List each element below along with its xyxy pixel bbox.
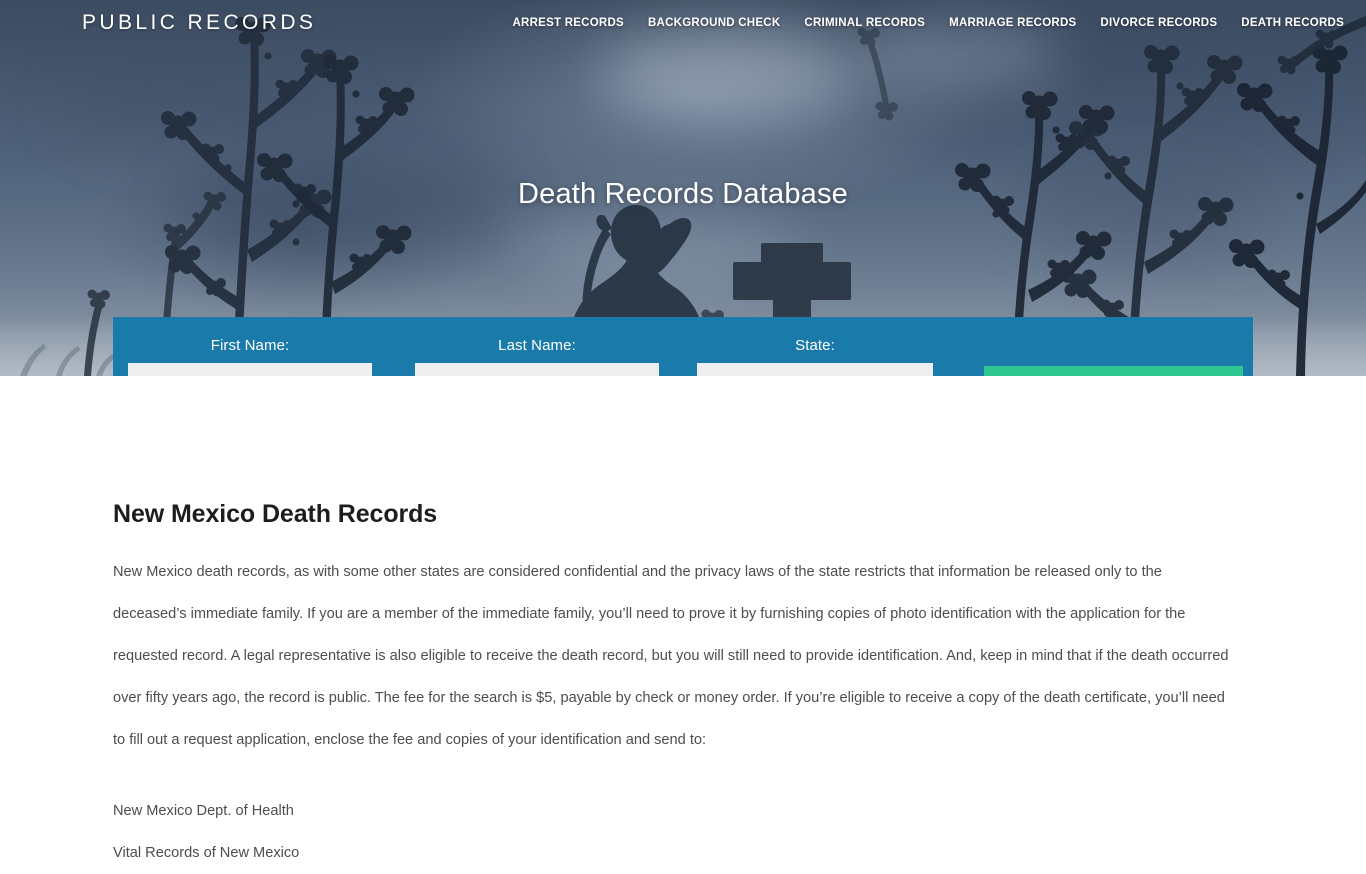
last-name-label: Last Name:: [498, 337, 576, 354]
nav-item-background-check[interactable]: BACKGROUND CHECK: [648, 17, 780, 29]
nav-item-arrest-records[interactable]: ARREST RECORDS: [512, 17, 623, 29]
page-title: New Mexico Death Records: [113, 500, 438, 528]
main-navigation: ARREST RECORDS BACKGROUND CHECK CRIMINAL…: [512, 17, 1344, 29]
site-logo[interactable]: PUBLIC RECORDS: [82, 11, 316, 35]
main-content: New Mexico Death Records New Mexico deat…: [0, 376, 1366, 874]
last-name-field-group: Last Name:: [415, 337, 659, 376]
first-name-label: First Name:: [210, 337, 290, 354]
first-name-input[interactable]: [128, 363, 372, 376]
search-now-button[interactable]: SEARCH NOW: [984, 366, 1243, 376]
nav-item-death-records[interactable]: DEATH RECORDS: [1241, 17, 1344, 29]
intro-paragraph: New Mexico death records, as with some o…: [113, 564, 1229, 748]
state-label: State:: [795, 337, 835, 354]
first-name-field-group: First Name:: [128, 337, 372, 376]
address-line: Vital Records of New Mexico: [113, 845, 300, 861]
nav-item-marriage-records[interactable]: MARRIAGE RECORDS: [949, 17, 1076, 29]
search-form: First Name: Last Name: State: SEARCH NOW: [113, 317, 1253, 376]
mailing-address: New Mexico Dept. of Health Vital Records…: [113, 790, 1253, 874]
address-line: New Mexico Dept. of Health: [113, 803, 294, 819]
site-header: PUBLIC RECORDS ARREST RECORDS BACKGROUND…: [0, 0, 1366, 46]
hero-title: Death Records Database: [517, 178, 849, 210]
last-name-input[interactable]: [415, 363, 659, 376]
nav-item-criminal-records[interactable]: CRIMINAL RECORDS: [804, 17, 925, 29]
nav-item-divorce-records[interactable]: DIVORCE RECORDS: [1100, 17, 1217, 29]
state-select[interactable]: [697, 363, 933, 376]
hero-banner: PUBLIC RECORDS ARREST RECORDS BACKGROUND…: [0, 0, 1366, 376]
state-field-group: State:: [697, 337, 933, 376]
state-select-wrapper[interactable]: [697, 363, 933, 376]
